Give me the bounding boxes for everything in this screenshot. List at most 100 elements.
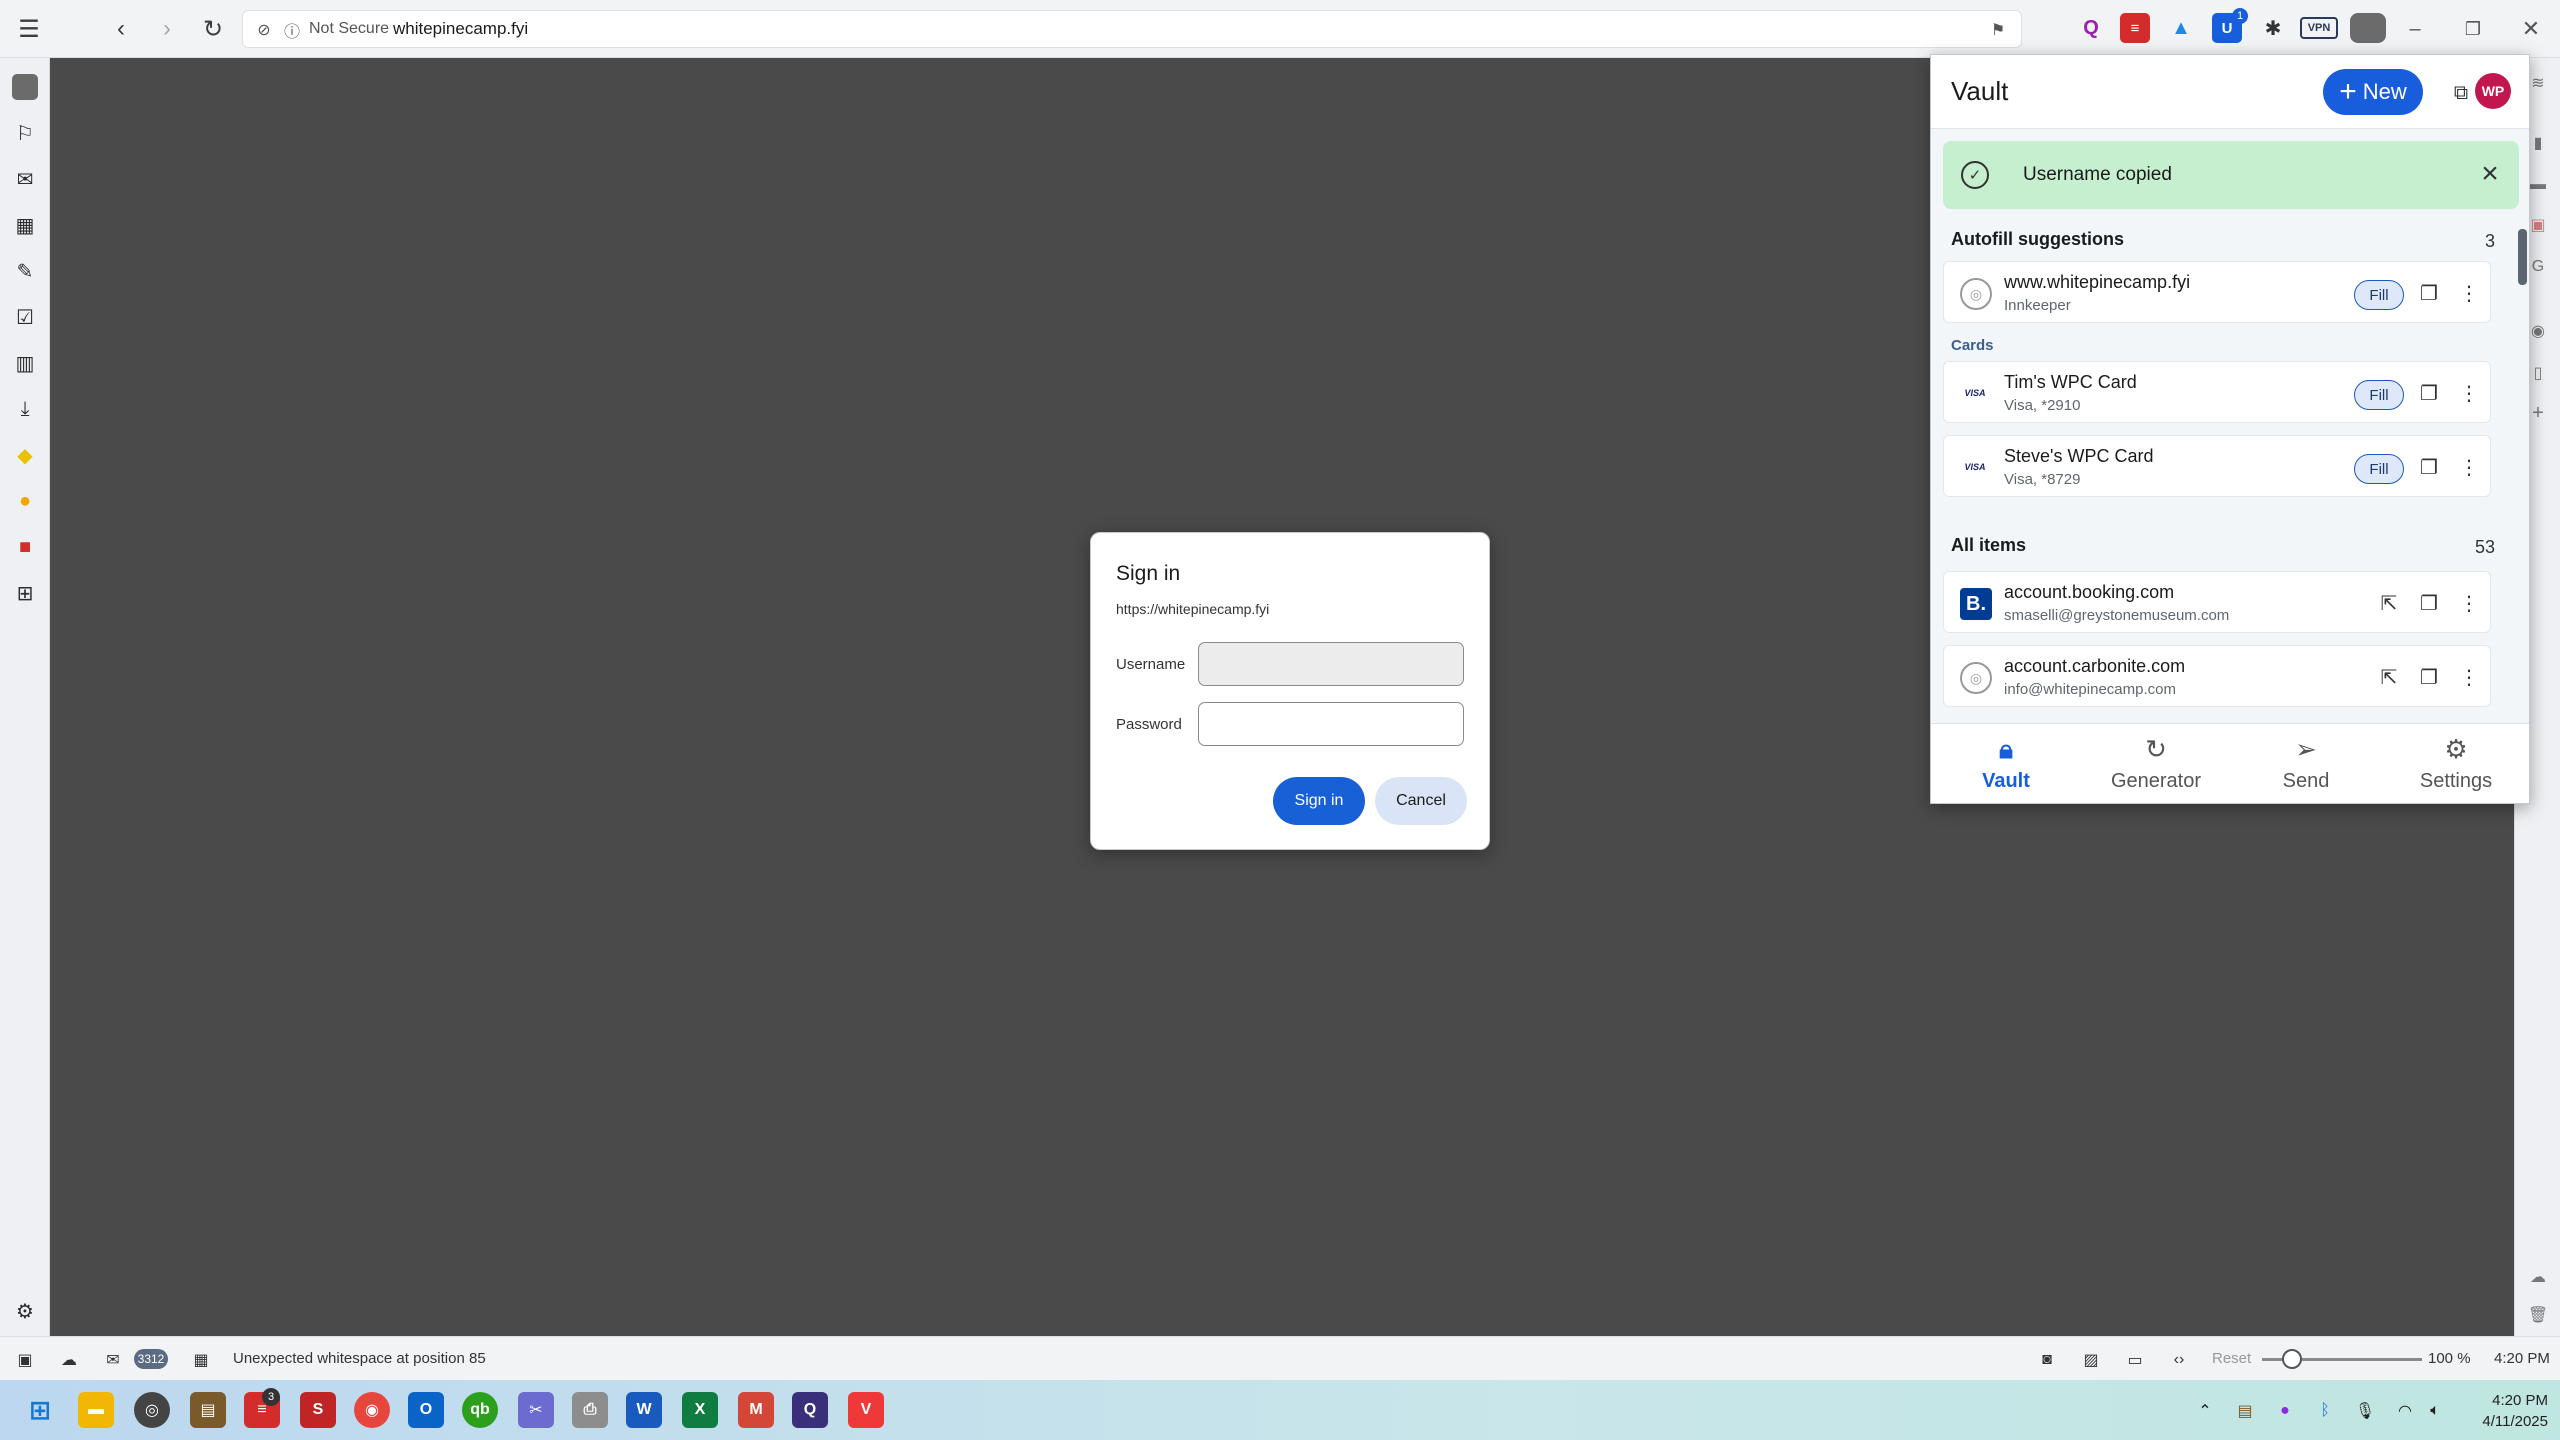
panel-icon[interactable]: ▣ <box>2527 214 2549 236</box>
drive-extension-icon[interactable]: ▲ <box>2166 13 2196 43</box>
list-item[interactable]: ◎ www.whitepinecamp.fyi Innkeeper Fill ❐… <box>1943 261 2491 323</box>
volume-icon[interactable]: 🔈︎ <box>2424 1400 2446 1422</box>
panel-icon[interactable]: ◉ <box>2527 320 2549 342</box>
sync-cloud-icon[interactable]: ☁ <box>58 1349 80 1371</box>
bookmarks-icon[interactable]: ⚐ <box>12 120 38 146</box>
site-permissions-icon[interactable]: ⊘ <box>253 19 275 41</box>
downloads-icon[interactable]: ⤓ <box>12 396 38 422</box>
chevron-up-icon[interactable]: ⌃ <box>2194 1400 2216 1422</box>
cloud-icon[interactable]: ☁ <box>2527 1266 2549 1288</box>
password-field[interactable] <box>1198 702 1464 746</box>
app-icon[interactable]: ▤ <box>190 1392 226 1428</box>
more-options-icon[interactable]: ⋮ <box>2454 278 2484 308</box>
address-bar[interactable]: ⊘ ⓘ Not Secure whitepinecamp.fyi ⚑ <box>242 10 2022 48</box>
search-extension-icon[interactable]: Q <box>2076 13 2106 43</box>
account-avatar[interactable]: WP <box>2475 73 2511 109</box>
list-item[interactable]: VISA Steve's WPC Card Visa, *8729 Fill ❐… <box>1943 435 2491 497</box>
reading-list-icon[interactable]: ▥ <box>12 350 38 376</box>
notes-icon[interactable]: ✎ <box>12 258 38 284</box>
microphone-icon[interactable]: 🎙︎ <box>2354 1400 2376 1422</box>
document-icon[interactable]: ▯ <box>2527 362 2549 384</box>
vpn-button[interactable]: VPN <box>2300 17 2338 39</box>
gmail-icon[interactable]: M <box>738 1392 774 1428</box>
web-panel-icon[interactable]: ● <box>12 488 38 514</box>
fill-button[interactable]: Fill <box>2354 280 2404 310</box>
more-options-icon[interactable]: ⋮ <box>2454 378 2484 408</box>
tab-generator[interactable]: ↻ Generator <box>2081 724 2231 803</box>
vivaldi-icon[interactable]: V <box>848 1392 884 1428</box>
close-window-icon[interactable]: ✕ <box>2514 12 2548 46</box>
tray-app-icon[interactable]: ▤ <box>2234 1400 2256 1422</box>
outlook-icon[interactable]: O <box>408 1392 444 1428</box>
calendar-icon[interactable]: ▦ <box>190 1349 212 1371</box>
restore-icon[interactable]: ❐ <box>2456 12 2490 46</box>
info-icon[interactable]: ⓘ <box>281 19 303 41</box>
todoist-extension-icon[interactable]: ≡ <box>2120 13 2150 43</box>
quickbooks-icon[interactable]: qb <box>462 1392 498 1428</box>
windows-start-icon[interactable]: ⊞ <box>22 1392 58 1428</box>
app-icon[interactable]: ◎ <box>134 1392 170 1428</box>
capture-icon[interactable]: ◙ <box>2036 1349 2058 1371</box>
profile-icon[interactable] <box>2350 13 2386 43</box>
bluetooth-icon[interactable]: ᛒ <box>2314 1400 2336 1422</box>
mail-icon[interactable]: ✉ <box>102 1349 124 1371</box>
menu-icon[interactable]: ☰ <box>12 12 46 46</box>
printer-icon[interactable]: ⎙ <box>572 1392 608 1428</box>
zoom-reset-button[interactable]: Reset <box>2212 1350 2251 1367</box>
fill-button[interactable]: Fill <box>2354 454 2404 484</box>
more-options-icon[interactable]: ⋮ <box>2454 452 2484 482</box>
calendar-icon[interactable]: ▦ <box>12 212 38 238</box>
panel-toggle-icon[interactable]: ▣ <box>14 1349 36 1371</box>
back-icon[interactable]: ‹ <box>104 12 138 46</box>
copy-icon[interactable]: ❐ <box>2414 378 2444 408</box>
more-options-icon[interactable]: ⋮ <box>2454 662 2484 692</box>
forward-icon[interactable]: › <box>150 12 184 46</box>
app-icon[interactable]: S <box>300 1392 336 1428</box>
images-icon[interactable]: ▨ <box>2080 1349 2102 1371</box>
todoist-panel-icon[interactable]: ■ <box>12 534 38 560</box>
list-item[interactable]: VISA Tim's WPC Card Visa, *2910 Fill ❐ ⋮ <box>1943 361 2491 423</box>
page-tiling-icon[interactable]: ▭ <box>2124 1349 2146 1371</box>
scrollbar-thumb[interactable] <box>2518 229 2527 285</box>
word-icon[interactable]: W <box>626 1392 662 1428</box>
add-icon[interactable]: + <box>2527 402 2549 424</box>
fill-button[interactable]: Fill <box>2354 380 2404 410</box>
extensions-puzzle-icon[interactable]: ✱ <box>2258 13 2288 43</box>
chrome-icon[interactable]: ◉ <box>354 1392 390 1428</box>
snipping-tool-icon[interactable]: ✂ <box>518 1392 554 1428</box>
new-item-button[interactable]: + New <box>2323 69 2423 115</box>
tray-app-icon[interactable]: ● <box>2274 1400 2296 1422</box>
panel-toggle-icon[interactable]: ≋ <box>2527 72 2549 94</box>
app-icon[interactable]: Q <box>792 1392 828 1428</box>
tasks-icon[interactable]: ☑ <box>12 304 38 330</box>
url-text[interactable]: whitepinecamp.fyi <box>393 19 528 39</box>
list-item[interactable]: B. account.booking.com smaselli@greyston… <box>1943 571 2491 633</box>
minimize-icon[interactable]: – <box>2398 12 2432 46</box>
web-panel-icon[interactable]: ◆ <box>12 442 38 468</box>
code-icon[interactable]: ‹› <box>2168 1349 2190 1371</box>
mail-icon[interactable]: ✉ <box>12 166 38 192</box>
add-panel-icon[interactable]: ⊞ <box>12 580 38 606</box>
copy-icon[interactable]: ❐ <box>2414 452 2444 482</box>
tab-send[interactable]: ➢ Send <box>2231 724 2381 803</box>
mail-count-badge[interactable]: 3312 <box>134 1349 168 1369</box>
list-item[interactable]: ◎ account.carbonite.com info@whitepineca… <box>1943 645 2491 707</box>
taskbar-clock[interactable]: 4:20 PM 4/11/2025 <box>2458 1390 2548 1432</box>
file-explorer-icon[interactable]: ▬ <box>78 1392 114 1428</box>
launch-icon[interactable]: ⇱ <box>2374 662 2404 692</box>
copy-icon[interactable]: ❐ <box>2414 662 2444 692</box>
launch-icon[interactable]: ⇱ <box>2374 588 2404 618</box>
wifi-icon[interactable]: ◠ <box>2394 1400 2416 1422</box>
copy-icon[interactable]: ❐ <box>2414 278 2444 308</box>
security-label[interactable]: Not Secure <box>309 20 389 38</box>
settings-gear-icon[interactable]: ⚙ <box>12 1298 38 1324</box>
profile-icon[interactable] <box>12 74 38 100</box>
copy-icon[interactable]: ❐ <box>2414 588 2444 618</box>
close-icon[interactable]: × <box>2473 157 2507 191</box>
tab-vault[interactable]: 🔒︎ Vault <box>1931 724 2081 803</box>
scrollbar[interactable] <box>2515 211 2529 771</box>
sign-in-button[interactable]: Sign in <box>1273 777 1365 825</box>
zoom-slider-handle[interactable] <box>2282 1349 2302 1369</box>
google-icon[interactable]: G <box>2527 256 2549 278</box>
trash-icon[interactable]: 🗑 <box>2527 1304 2549 1326</box>
